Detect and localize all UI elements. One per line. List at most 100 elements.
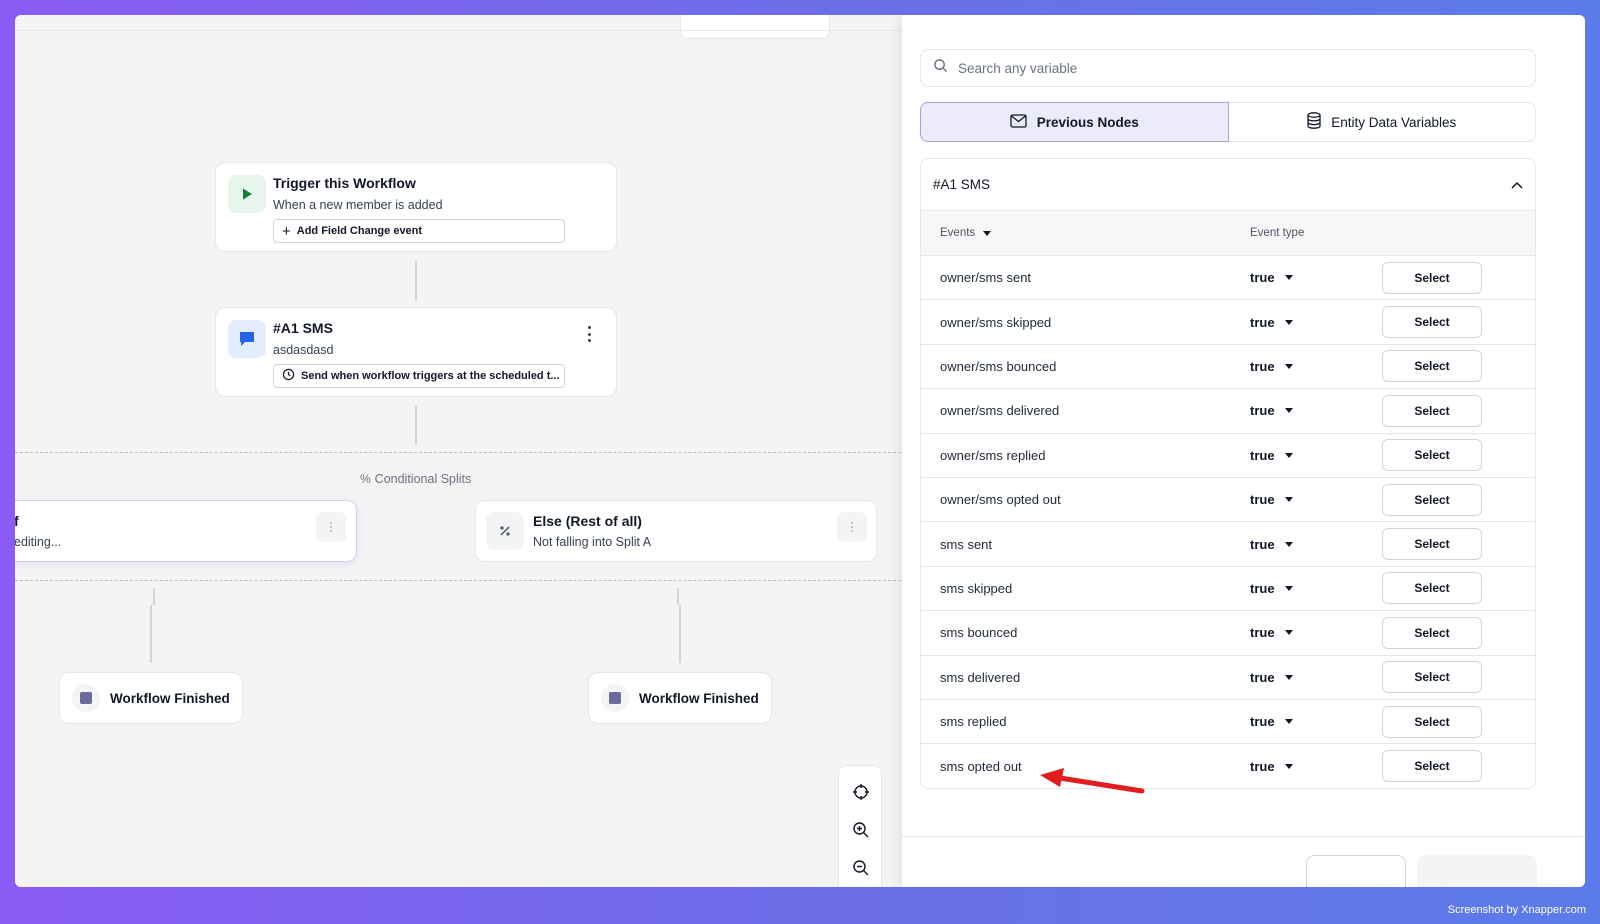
select-button[interactable]: Select [1382,350,1482,383]
zoom-out-icon[interactable] [849,856,873,880]
events-table-body: owner/sms sent true Select owner/sms skippe… [921,256,1535,788]
event-name: owner/sms replied [940,447,1046,463]
app-window: Trigger this Workflow When a new member … [15,15,1585,887]
event-type-dropdown[interactable]: true [1250,537,1382,552]
events-header-label: Events [940,227,976,239]
tab-entity-data-variables[interactable]: Entity Data Variables [1228,102,1536,142]
workflow-finished-left[interactable]: Workflow Finished [59,672,243,724]
table-row: sms skipped true Select [921,567,1535,612]
zoom-in-icon[interactable] [849,818,873,842]
conditional-splits-label: % Conditional Splits [360,472,471,486]
event-type-dropdown[interactable]: true [1250,403,1382,418]
split-a-subtitle: editing... [15,535,62,549]
split-bottom-border [15,580,901,581]
sms-node-subtitle: asdasdasd [273,343,334,357]
events-column-header[interactable]: Events [921,227,1250,239]
more-options-icon[interactable] [582,326,596,342]
workflow-finished-right[interactable]: Workflow Finished [588,672,772,724]
footer-divider [902,836,1585,837]
stop-icon [72,684,100,712]
event-name: sms replied [940,714,1007,730]
table-row: owner/sms skipped true Select [921,300,1535,345]
event-type-dropdown[interactable]: true [1250,492,1382,507]
select-button[interactable]: Select [1382,439,1482,472]
select-button[interactable]: Select [1382,616,1482,649]
select-button[interactable]: Select [1382,750,1482,783]
zoom-controls [838,765,882,887]
event-type-dropdown[interactable]: true [1250,759,1382,774]
tab-label: Entity Data Variables [1331,114,1457,130]
search-input[interactable] [958,60,1518,76]
select-button[interactable]: Select [1382,661,1482,694]
select-button[interactable]: Select [1382,483,1482,516]
plus-icon: + [282,222,291,240]
event-type-value: true [1250,536,1275,552]
caret-down-icon [1284,719,1293,725]
split-a-card[interactable]: f editing... [15,500,357,562]
connector [153,588,155,605]
table-row: sms delivered true Select [921,656,1535,700]
event-type-dropdown[interactable]: true [1250,270,1382,285]
sms-node-title: #A1 SMS [273,320,333,336]
caret-down-icon [1284,585,1293,591]
stop-icon [601,684,629,712]
split-else-menu-icon[interactable] [837,512,867,542]
table-row: owner/sms replied true Select [921,434,1535,478]
add-field-change-button[interactable]: + Add Field Change event [273,219,565,243]
select-button[interactable]: Select [1382,261,1482,294]
workflow-canvas[interactable]: Trigger this Workflow When a new member … [15,15,920,887]
caret-down-icon [1284,452,1293,458]
select-button[interactable]: Select [1382,705,1482,738]
footer-secondary-button[interactable] [1306,855,1406,887]
database-icon [1307,112,1321,132]
event-type-dropdown[interactable]: true [1250,714,1382,729]
table-row: sms opted out true Select [921,744,1535,788]
event-name: owner/sms opted out [940,492,1061,508]
event-type-dropdown[interactable]: true [1250,670,1382,685]
search-icon [933,58,948,78]
node-accordion: #A1 SMS Events Event type owner/sms sent… [920,158,1536,789]
event-name: owner/sms delivered [940,403,1060,419]
split-else-card[interactable]: Else (Rest of all) Not falling into Spli… [475,500,877,562]
split-a-menu-icon[interactable] [316,512,346,542]
table-row: owner/sms opted out true Select [921,478,1535,523]
clock-icon [282,368,295,384]
event-type-value: true [1250,492,1275,508]
event-type-dropdown[interactable]: true [1250,359,1382,374]
split-top-border [15,452,901,453]
finished-label: Workflow Finished [639,690,759,706]
schedule-chip[interactable]: Send when workflow triggers at the sched… [273,364,565,388]
event-type-dropdown[interactable]: true [1250,581,1382,596]
accordion-header[interactable]: #A1 SMS [921,159,1535,211]
event-type-dropdown[interactable]: true [1250,315,1382,330]
footer-primary-button[interactable] [1417,855,1537,887]
table-row: owner/sms sent true Select [921,256,1535,301]
split-else-title: Else (Rest of all) [533,513,642,529]
event-name: sms sent [940,536,993,552]
select-button[interactable]: Select [1382,572,1482,605]
crosshair-icon[interactable] [849,780,873,804]
tab-label: Previous Nodes [1036,114,1139,130]
event-type-value: true [1250,447,1275,463]
split-a-title: f [15,513,19,529]
event-type-value: true [1250,625,1275,641]
select-button[interactable]: Select [1382,528,1482,561]
select-button[interactable]: Select [1382,306,1482,339]
caret-down-icon [1284,363,1293,369]
play-icon [228,175,266,213]
event-name: owner/sms skipped [940,314,1052,330]
event-type-dropdown[interactable]: true [1250,625,1382,640]
splits-label-text: Conditional Splits [374,472,472,486]
select-button[interactable]: Select [1382,394,1482,427]
event-type-column-header: Event type [1250,227,1305,239]
tab-previous-nodes[interactable]: Previous Nodes [920,102,1229,142]
chip-label: Add Field Change event [296,225,423,237]
search-bar[interactable] [920,49,1536,87]
sms-node[interactable]: #A1 SMS asdasdasd Send when workflow tri… [215,307,617,397]
watermark: Screenshot by Xnapper.com [1447,904,1586,916]
event-type-value: true [1250,358,1275,374]
chevron-up-icon[interactable] [1511,177,1523,192]
event-type-dropdown[interactable]: true [1250,448,1382,463]
trigger-node[interactable]: Trigger this Workflow When a new member … [215,162,617,252]
connector [677,588,679,605]
